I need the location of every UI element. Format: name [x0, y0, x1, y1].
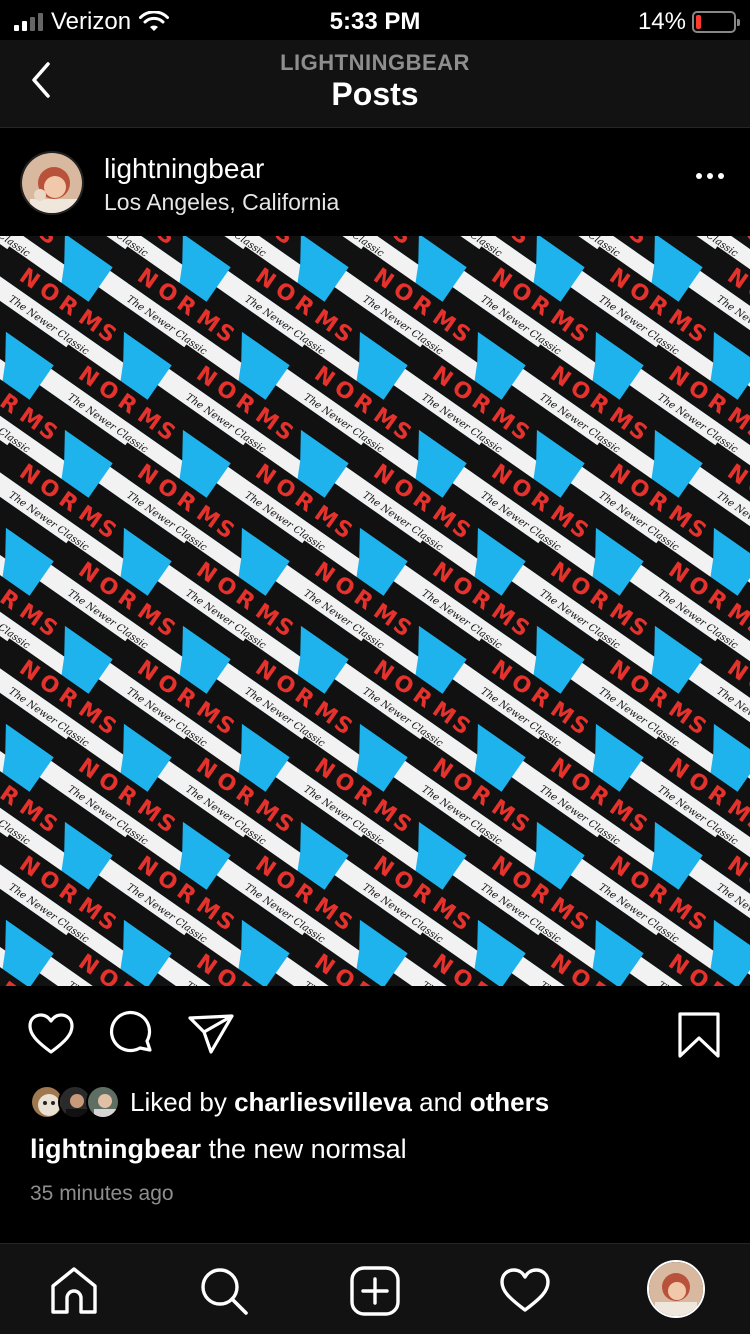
bottom-tab-bar: [0, 1243, 750, 1334]
battery-percent: 14%: [637, 8, 686, 35]
activity-heart-icon: [500, 1268, 550, 1312]
profile-name-subtitle: LIGHTNINGBEAR: [280, 50, 470, 75]
heart-icon: [28, 1013, 74, 1054]
post-username[interactable]: lightningbear: [104, 153, 264, 185]
status-right: 14%: [637, 8, 740, 36]
liker-avatar: [86, 1085, 120, 1119]
caption-username[interactable]: lightningbear: [30, 1134, 201, 1164]
liked-by-middle: and: [419, 1086, 463, 1117]
tab-profile[interactable]: [647, 1260, 705, 1318]
page-title: Posts: [331, 76, 419, 112]
search-icon: [201, 1268, 248, 1315]
post-header: lightningbear Los Angeles, California: [0, 129, 750, 236]
more-dots-icon: [696, 173, 702, 179]
post-timestamp: 35 minutes ago: [30, 1182, 174, 1205]
tab-activity[interactable]: [498, 1264, 552, 1318]
nav-header: LIGHTNINGBEAR Posts: [0, 40, 750, 128]
liked-by-user[interactable]: charliesvilleva: [234, 1087, 412, 1118]
post-actions: [0, 1010, 750, 1070]
new-post-icon: [350, 1266, 400, 1316]
comment-icon: [109, 1010, 152, 1053]
norms-sign-pattern-image: The Newer ClassicNORMS The Newer ClassicN…: [0, 236, 750, 986]
user-avatar[interactable]: [20, 151, 84, 215]
more-options-button[interactable]: [696, 173, 724, 179]
liked-by-others[interactable]: others: [470, 1087, 549, 1118]
tab-search[interactable]: [197, 1264, 251, 1318]
post-image[interactable]: The Newer Classic N O R M S The Newer Classic N…: [0, 236, 750, 986]
share-icon: [188, 1014, 234, 1054]
caption-text: the new normsal: [208, 1134, 407, 1164]
home-icon: [51, 1267, 97, 1314]
liked-by-avatars: [30, 1085, 122, 1119]
likes-row[interactable]: Liked by charliesvilleva and others: [30, 1084, 549, 1120]
comment-button[interactable]: [106, 1010, 156, 1060]
caption: lightningbear the new normsal: [30, 1134, 407, 1165]
like-button[interactable]: [26, 1010, 76, 1060]
battery-level: [696, 15, 701, 29]
battery-icon: [692, 11, 740, 33]
tab-new-post[interactable]: [348, 1264, 402, 1318]
bookmark-icon: [678, 1012, 720, 1058]
save-button[interactable]: [674, 1010, 724, 1060]
share-button[interactable]: [186, 1010, 236, 1060]
liked-by-prefix: Liked by: [130, 1086, 227, 1117]
status-bar: Verizon 5:33 PM 14%: [0, 0, 750, 40]
avatar-image: [22, 153, 82, 213]
profile-avatar: [649, 1262, 703, 1316]
post-location[interactable]: Los Angeles, California: [104, 189, 339, 216]
tab-home[interactable]: [47, 1264, 101, 1318]
